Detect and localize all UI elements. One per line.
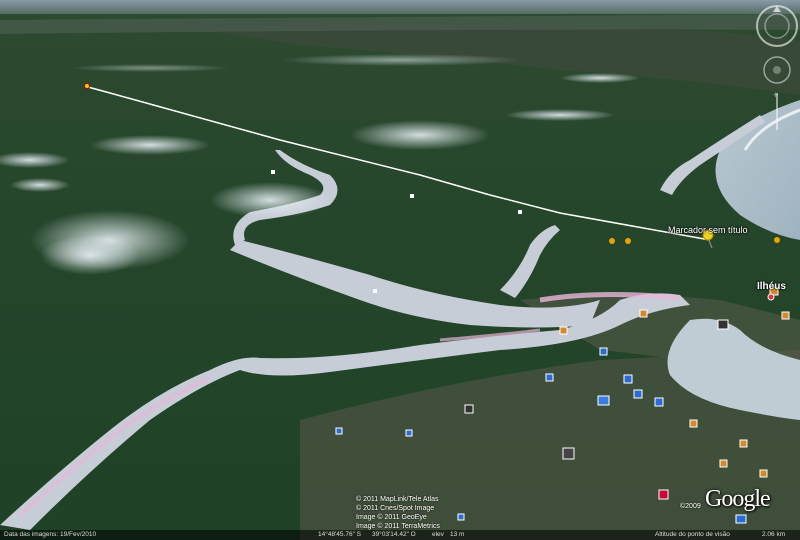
credit-line: © 2011 MapLink/Tele Atlas xyxy=(356,496,439,503)
credit-line: © 2011 Cnes/Spot Image xyxy=(356,505,435,512)
imagery-credits: © 2011 MapLink/Tele Atlas © 2011 Cnes/Sp… xyxy=(356,495,440,531)
eye-alt-label: Altitude do ponto de visão xyxy=(655,531,730,538)
imagery-date: Data das imagens: 19/Fev/2010 xyxy=(4,531,97,538)
google-logo: Google xyxy=(705,486,771,512)
elevation-readout: 13 m xyxy=(450,531,465,538)
latitude-readout: 14°48'45.76" S xyxy=(318,531,362,538)
status-bar: Data das imagens: 19/Fev/2010 14°48'45.7… xyxy=(0,530,800,540)
start-pin-icon[interactable] xyxy=(84,83,90,89)
credit-line: Image © 2011 GeoEye xyxy=(356,514,427,521)
svg-text:+: + xyxy=(773,90,778,100)
longitude-readout: 39°03'14.42" O xyxy=(372,531,416,538)
elev-label: elev xyxy=(432,531,444,538)
eye-alt-readout: 2.06 km xyxy=(762,531,786,538)
city-label[interactable]: Ilhéus xyxy=(757,281,786,292)
marker-label[interactable]: Marcador sem título xyxy=(668,225,748,235)
satellite-terrain-view[interactable]: + xyxy=(0,0,800,540)
logo-year: ©2009 xyxy=(680,503,701,510)
